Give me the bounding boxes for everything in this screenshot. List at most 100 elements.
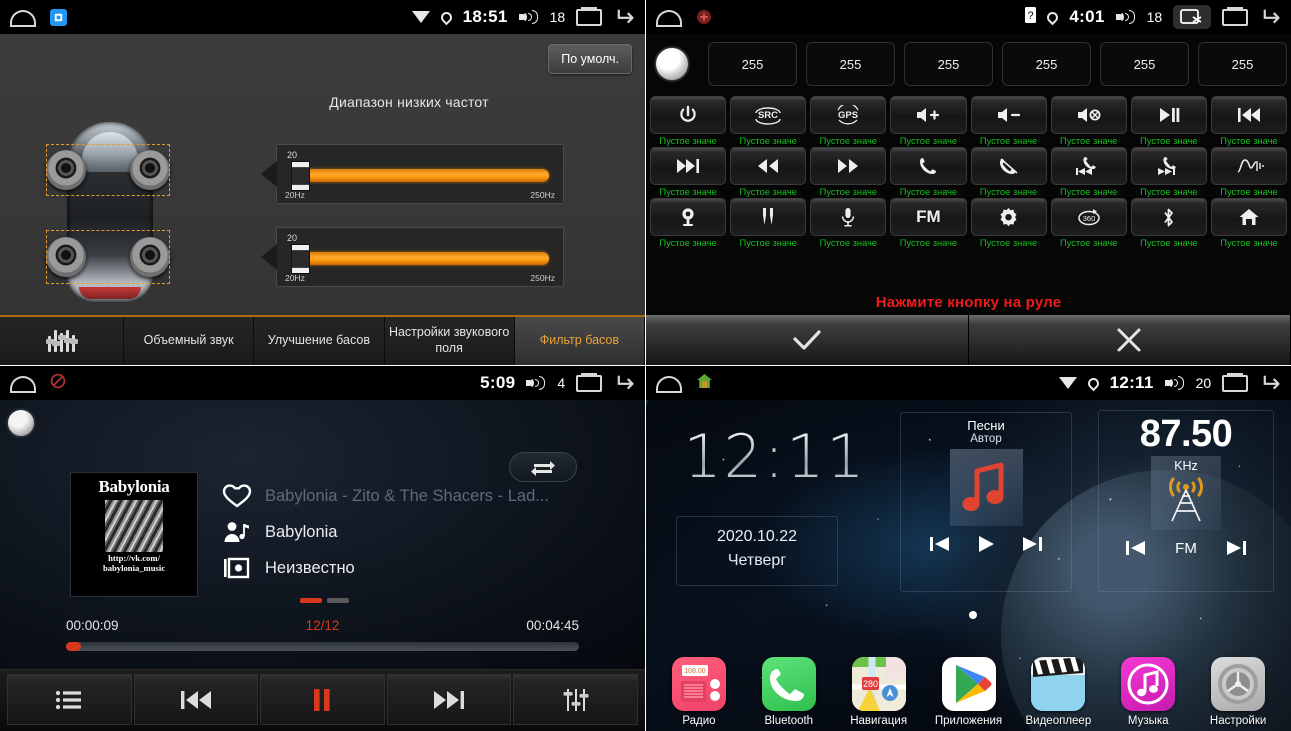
swc-key-vol-up[interactable]: Пустое значе — [890, 96, 967, 146]
next-track-icon[interactable] — [650, 147, 727, 185]
gps-icon[interactable]: GPS — [810, 96, 887, 134]
next-icon[interactable] — [1225, 539, 1247, 557]
swc-key-settings[interactable]: Пустое значе — [970, 198, 1047, 248]
bass-slider-2[interactable]: 20 20Hz 250Hz — [261, 227, 564, 287]
360-view-icon[interactable]: 360 — [1050, 198, 1127, 236]
swc-key-aux[interactable]: Пустое значе — [730, 198, 807, 248]
tab-surround[interactable]: Объемный звук — [124, 317, 255, 365]
phone-hangup-icon[interactable] — [970, 147, 1047, 185]
rewind-icon[interactable] — [730, 147, 807, 185]
swc-key-camera[interactable]: Пустое значе — [650, 198, 727, 248]
src-icon[interactable]: SRC — [730, 96, 807, 134]
bluetooth-app-icon[interactable] — [761, 657, 816, 711]
swc-key-360[interactable]: 360 Пустое значе — [1050, 198, 1127, 248]
slider-2-thumb[interactable] — [291, 244, 310, 274]
swc-key-mute[interactable]: Пустое значе — [1050, 96, 1127, 146]
home-icon[interactable] — [656, 375, 682, 393]
settings-icon[interactable] — [970, 198, 1047, 236]
dock-item-video[interactable]: Видеоплеер — [1013, 657, 1103, 727]
bass-slider-1[interactable]: 20 20Hz 250Hz — [261, 144, 564, 204]
phone-prev-icon[interactable] — [1050, 147, 1127, 185]
swc-key-rewind[interactable]: Пустое значе — [730, 147, 807, 197]
swc-key-home[interactable]: Пустое значе — [1210, 198, 1287, 248]
fast-forward-icon[interactable] — [810, 147, 887, 185]
swc-key-play-pause[interactable]: Пустое значе — [1130, 96, 1207, 146]
favorite-icon[interactable] — [222, 483, 252, 509]
progress-bar[interactable] — [66, 642, 579, 651]
app-badge-icon[interactable] — [50, 8, 67, 26]
pause-button[interactable] — [260, 674, 385, 725]
camera-icon[interactable] — [650, 198, 727, 236]
fm-radio-widget[interactable]: 87.50 KHz FM — [1098, 410, 1274, 592]
recents-icon[interactable] — [1222, 6, 1249, 26]
clock-widget[interactable]: 12:11 — [660, 422, 890, 492]
swc-key-phone-next[interactable]: Пустое значе — [1130, 147, 1207, 197]
swc-key-gps[interactable]: GPS Пустое значе — [810, 96, 887, 146]
play-pause-icon[interactable] — [1130, 96, 1207, 134]
menu-knob[interactable] — [6, 408, 36, 438]
video-app-icon[interactable] — [1031, 657, 1086, 711]
prev-icon[interactable] — [1125, 539, 1147, 557]
swc-key-vol-down[interactable]: Пустое значе — [970, 96, 1047, 146]
prev-track-icon[interactable] — [1210, 96, 1287, 134]
app-badge-icon[interactable] — [696, 9, 712, 25]
swc-value-2[interactable]: 255 — [806, 42, 895, 86]
home-page-indicator[interactable] — [969, 611, 977, 619]
phone-next-icon[interactable] — [1130, 147, 1207, 185]
music-widget[interactable]: Песни Автор — [900, 412, 1072, 592]
settings-app-icon[interactable] — [1211, 657, 1266, 711]
home-app-icon[interactable] — [696, 373, 713, 394]
swc-key-mic[interactable]: Пустое значе — [810, 198, 887, 248]
back-icon[interactable]: ↵ — [613, 368, 635, 398]
swc-value-1[interactable]: 255 — [708, 42, 797, 86]
volume-down-icon[interactable] — [970, 96, 1047, 134]
swc-value-3[interactable]: 255 — [904, 42, 993, 86]
play-store-icon[interactable] — [941, 657, 996, 711]
home-icon[interactable] — [10, 375, 36, 393]
swc-value-5[interactable]: 255 — [1100, 42, 1189, 86]
back-icon[interactable]: ↵ — [613, 2, 635, 32]
swc-key-bluetooth[interactable]: Пустое значе — [1130, 198, 1207, 248]
confirm-button[interactable] — [646, 315, 969, 365]
swc-key-src[interactable]: SRC Пустое значе — [730, 96, 807, 146]
slider-1-thumb[interactable] — [291, 161, 310, 191]
dock-item-radio[interactable]: 108.00 Радио — [654, 657, 744, 727]
equalizer-button[interactable] — [513, 674, 638, 725]
slider-2-track[interactable] — [299, 252, 549, 265]
front-zone-selection[interactable] — [46, 144, 170, 196]
swc-knob[interactable] — [654, 46, 690, 82]
back-icon[interactable]: ↵ — [1259, 368, 1281, 398]
playlist-button[interactable] — [7, 674, 132, 725]
prev-icon[interactable] — [929, 535, 951, 553]
swc-key-hangup[interactable]: Пустое значе — [970, 147, 1047, 197]
aux-icon[interactable] — [730, 198, 807, 236]
swc-key-phone-prev[interactable]: Пустое значе — [1050, 147, 1127, 197]
tab-sound-field[interactable]: Настройки звукового поля — [385, 317, 515, 365]
car-radio-icon[interactable] — [1173, 5, 1212, 29]
swc-key-next[interactable]: Пустое значе — [650, 147, 727, 197]
dock-item-music[interactable]: Музыка — [1103, 657, 1193, 727]
dock-item-bluetooth[interactable]: Bluetooth — [744, 657, 834, 727]
previous-button[interactable] — [133, 674, 259, 725]
swc-key-forward[interactable]: Пустое значе — [810, 147, 887, 197]
home-icon[interactable] — [656, 9, 682, 27]
swc-value-4[interactable]: 255 — [1002, 42, 1091, 86]
swc-key-power[interactable]: Пустое значе — [650, 96, 727, 146]
voice-icon[interactable] — [1210, 147, 1287, 185]
phone-icon[interactable] — [890, 147, 967, 185]
recents-icon[interactable] — [576, 372, 603, 392]
maps-app-icon[interactable]: 280 — [851, 657, 906, 711]
tab-equalizer[interactable] — [0, 317, 124, 365]
mic-icon[interactable] — [810, 198, 887, 236]
volume-up-icon[interactable] — [890, 96, 967, 134]
tab-bass-filter[interactable]: Фильтр басов — [514, 317, 645, 365]
play-icon[interactable] — [975, 534, 997, 554]
home-icon[interactable] — [10, 9, 36, 27]
swc-key-voice[interactable]: Пустое значе — [1210, 147, 1287, 197]
dock-item-navigation[interactable]: 280 Навигация — [834, 657, 924, 727]
dock-item-apps[interactable]: Приложения — [924, 657, 1014, 727]
swc-key-prev[interactable]: Пустое значе — [1210, 96, 1287, 146]
next-icon[interactable] — [1021, 535, 1043, 553]
cancel-button[interactable] — [968, 315, 1291, 365]
slider-1-track[interactable] — [299, 169, 549, 182]
